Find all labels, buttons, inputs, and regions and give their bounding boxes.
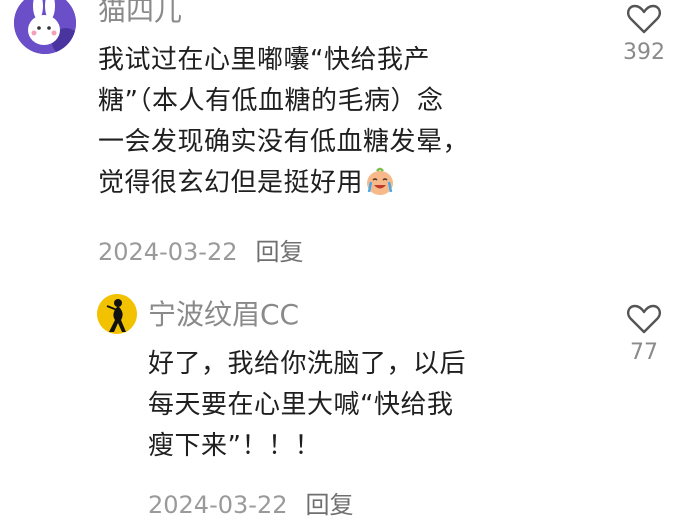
comment-line-with-emoji: 觉得很玄幻但是挺好用 bbox=[98, 163, 469, 204]
avatar[interactable] bbox=[97, 294, 137, 334]
comment-line: 好了，我给你洗脑了，以后 bbox=[148, 349, 467, 379]
heart-icon bbox=[627, 304, 661, 334]
avatar[interactable] bbox=[14, 0, 76, 54]
username[interactable]: 猫四儿 bbox=[98, 0, 182, 28]
like-count: 77 bbox=[630, 340, 658, 365]
comment-date: 2024-03-22 bbox=[148, 491, 288, 519]
comment-line: 觉得很玄幻但是挺好用 bbox=[98, 168, 364, 198]
like-button[interactable]: 77 bbox=[614, 304, 674, 365]
comment-line: 每天要在心里大喊“快给我 bbox=[148, 390, 454, 420]
heart-icon bbox=[627, 4, 661, 34]
comment-text: 好了，我给你洗脑了，以后 每天要在心里大喊“快给我 瘦下来”！！！ bbox=[148, 344, 466, 467]
like-count: 392 bbox=[623, 40, 665, 65]
comment-line: 瘦下来”！！！ bbox=[148, 431, 321, 461]
comment-line: 一会发现确实没有低血糖发晕， bbox=[98, 127, 470, 157]
comment-line: 糖”（本人有低血糖的毛病）念 bbox=[98, 86, 444, 116]
comment-date: 2024-03-22 bbox=[98, 238, 238, 266]
username[interactable]: 宁波纹眉CC bbox=[148, 298, 299, 332]
bunny-avatar-icon bbox=[14, 0, 76, 54]
reply-button[interactable]: 回复 bbox=[305, 491, 353, 519]
comment-text: 我试过在心里嘟囔“快给我产 糖”（本人有低血糖的毛病）念 一会发现确实没有低血糖… bbox=[98, 40, 469, 204]
comment-line: 我试过在心里嘟囔“快给我产 bbox=[98, 45, 430, 75]
comment-meta: 2024-03-22 回复 bbox=[98, 232, 303, 267]
like-button[interactable]: 392 bbox=[614, 4, 674, 65]
silhouette-avatar-icon bbox=[97, 294, 137, 334]
reply-button[interactable]: 回复 bbox=[255, 238, 303, 266]
crying-laughing-emoji-icon bbox=[367, 167, 394, 195]
comment-meta: 2024-03-22 回复 bbox=[148, 485, 353, 520]
